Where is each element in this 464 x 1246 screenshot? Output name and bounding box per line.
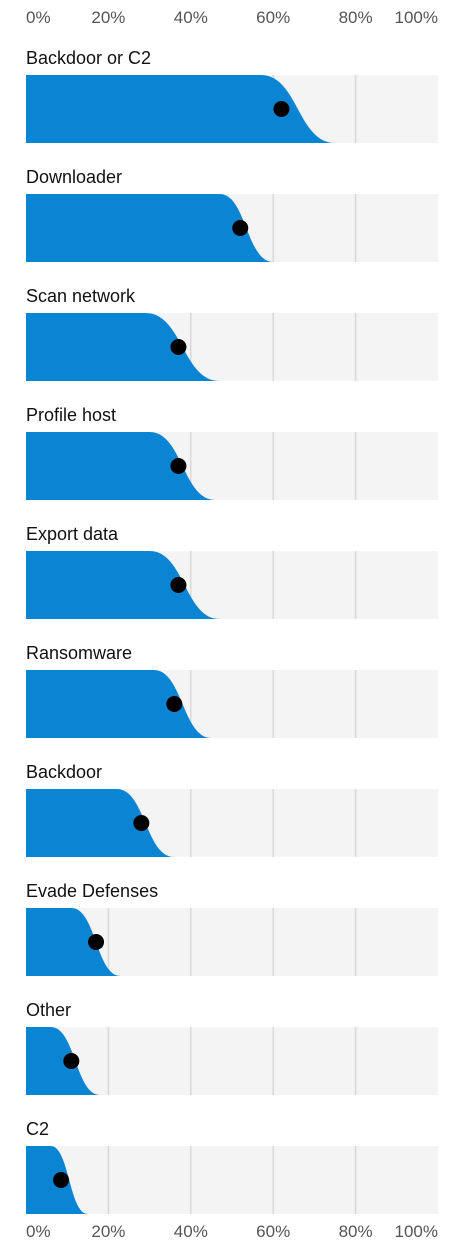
x-tick-label-bottom: 80% bbox=[338, 1222, 373, 1241]
plot-background bbox=[26, 1027, 438, 1095]
series-panel: Other bbox=[0, 1000, 464, 1119]
series-label: Evade Defenses bbox=[26, 881, 159, 901]
x-tick-label-top: 0% bbox=[26, 8, 51, 27]
series-plot bbox=[26, 789, 438, 857]
median-marker bbox=[166, 696, 183, 712]
series-label: Scan network bbox=[26, 286, 136, 306]
series-panel: Downloader bbox=[0, 167, 464, 286]
x-axis-top: 0% 20% 40% 60% 80% 100% bbox=[0, 8, 464, 32]
median-marker bbox=[170, 458, 187, 474]
median-marker bbox=[53, 1172, 70, 1188]
series-plot bbox=[26, 551, 438, 619]
series-label: Backdoor bbox=[26, 762, 103, 782]
series-panel: Scan network bbox=[0, 286, 464, 405]
median-marker bbox=[63, 1053, 80, 1069]
series-panel: Export data bbox=[0, 524, 464, 643]
series-plot bbox=[26, 1027, 438, 1095]
series-panel: Backdoor bbox=[0, 762, 464, 881]
series-plot bbox=[26, 670, 438, 738]
series-plot bbox=[26, 1146, 438, 1214]
x-tick-label-bottom: 100% bbox=[394, 1222, 438, 1241]
series-plot bbox=[26, 313, 438, 381]
x-tick-label-bottom: 40% bbox=[173, 1222, 208, 1241]
x-tick-label-bottom: 0% bbox=[26, 1222, 51, 1241]
series-panel: Evade Defenses bbox=[0, 881, 464, 1000]
median-marker bbox=[88, 934, 105, 950]
median-marker bbox=[273, 101, 290, 117]
x-axis-bottom: 0% 20% 40% 60% 80% 100% bbox=[0, 1222, 464, 1246]
series-plot bbox=[26, 432, 438, 500]
x-tick-label-bottom: 20% bbox=[91, 1222, 126, 1241]
x-tick-label-top: 40% bbox=[173, 8, 208, 27]
series-label: Downloader bbox=[26, 167, 123, 187]
median-marker bbox=[170, 339, 187, 355]
series-panel: C2 bbox=[0, 1119, 464, 1238]
x-tick-label-top: 80% bbox=[338, 8, 373, 27]
x-tick-label-bottom: 60% bbox=[256, 1222, 291, 1241]
series-label: Profile host bbox=[26, 405, 117, 425]
median-marker bbox=[170, 577, 187, 593]
series-panel: Profile host bbox=[0, 405, 464, 524]
series-label: Export data bbox=[26, 524, 119, 544]
series-plot bbox=[26, 908, 438, 976]
series-plot bbox=[26, 75, 438, 143]
median-marker bbox=[232, 220, 249, 236]
x-tick-label-top: 20% bbox=[91, 8, 126, 27]
series-panel: Backdoor or C2 bbox=[0, 48, 464, 167]
x-tick-label-top: 60% bbox=[256, 8, 291, 27]
series-label: Ransomware bbox=[26, 643, 133, 663]
series-label: Backdoor or C2 bbox=[26, 48, 152, 68]
x-tick-label-top: 100% bbox=[394, 8, 438, 27]
plot-background bbox=[26, 1146, 438, 1214]
series-label: C2 bbox=[26, 1119, 50, 1139]
series-plot bbox=[26, 194, 438, 262]
series-panel: Ransomware bbox=[0, 643, 464, 762]
series-label: Other bbox=[26, 1000, 72, 1020]
median-marker bbox=[133, 815, 150, 831]
